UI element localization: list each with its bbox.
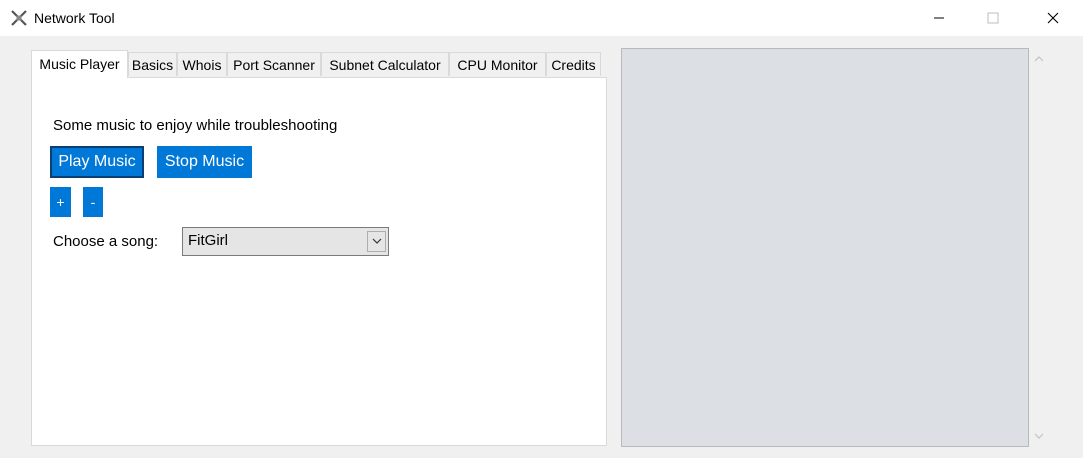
volume-up-button[interactable]: + <box>50 187 71 217</box>
dropdown-button[interactable] <box>367 231 386 252</box>
vertical-scrollbar[interactable] <box>1029 48 1049 447</box>
selected-song: FitGirl <box>188 232 228 249</box>
tab-label: Port Scanner <box>233 57 315 73</box>
tab-label: Basics <box>131 57 174 73</box>
tab-label: Whois <box>182 57 222 73</box>
tab-label: CPU Monitor <box>457 57 538 73</box>
chevron-up-icon <box>1034 56 1044 62</box>
close-button[interactable] <box>1030 0 1076 36</box>
intro-label: Some music to enjoy while troubleshootin… <box>53 117 338 134</box>
tab-whois[interactable]: Whois <box>177 52 227 76</box>
volume-down-button[interactable]: - <box>83 187 103 217</box>
song-select[interactable]: FitGirl <box>182 227 389 256</box>
play-music-button[interactable]: Play Music <box>50 146 144 178</box>
title-bar: Network Tool <box>0 0 1083 36</box>
tab-credits[interactable]: Credits <box>546 52 601 76</box>
tab-port-scanner[interactable]: Port Scanner <box>227 52 321 76</box>
stop-music-button[interactable]: Stop Music <box>157 146 252 178</box>
chevron-down-icon <box>1034 433 1044 439</box>
network-tool-icon <box>11 10 27 26</box>
tab-label: Music Player <box>39 56 120 72</box>
maximize-button[interactable] <box>970 0 1016 36</box>
tab-label: Credits <box>551 57 596 73</box>
close-icon <box>1047 12 1059 24</box>
output-pane[interactable] <box>621 48 1029 447</box>
chevron-down-icon <box>372 238 381 244</box>
tab-subnet-calculator[interactable]: Subnet Calculator <box>321 52 449 76</box>
maximize-icon <box>987 12 999 24</box>
choose-song-label: Choose a song: <box>53 233 159 250</box>
scroll-down-button[interactable] <box>1032 429 1046 443</box>
tab-label: Subnet Calculator <box>329 57 441 73</box>
minimize-button[interactable] <box>916 0 962 36</box>
minimize-icon <box>934 17 944 19</box>
tab-basics[interactable]: Basics <box>128 52 177 76</box>
window-title: Network Tool <box>34 10 115 26</box>
tab-music-player[interactable]: Music Player <box>31 50 128 78</box>
scroll-up-button[interactable] <box>1032 52 1046 66</box>
tab-cpu-monitor[interactable]: CPU Monitor <box>449 52 546 76</box>
